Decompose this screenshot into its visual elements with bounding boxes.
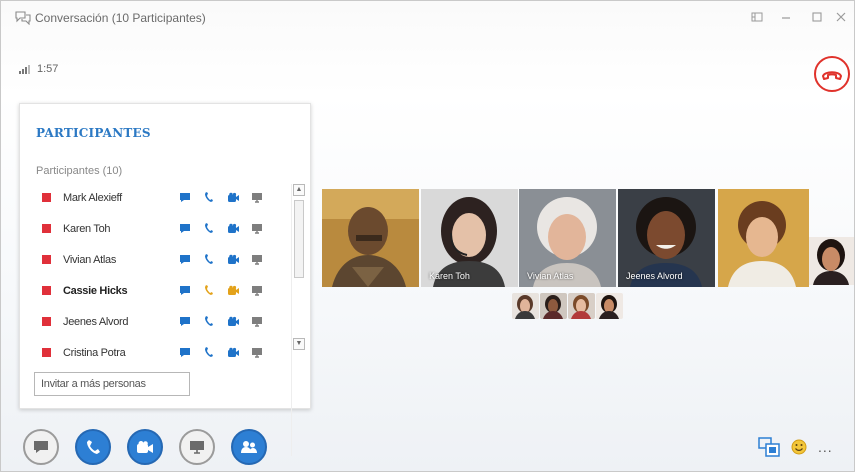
hangup-icon — [822, 71, 842, 80]
participant-row[interactable]: Cristina Potra — [36, 337, 288, 368]
screen-share-icon[interactable] — [245, 252, 269, 266]
participants-panel: PARTICIPANTES Participantes (10) Mark Al… — [19, 103, 311, 456]
window-title: Conversación (10 Participantes) — [35, 11, 206, 25]
presence-indicator — [42, 317, 51, 326]
phone-icon[interactable] — [197, 252, 221, 266]
participants-list: Mark Alexieff Karen Toh Vivian Atlas Cas… — [36, 182, 288, 368]
phone-icon[interactable] — [197, 345, 221, 359]
mini-avatar[interactable] — [596, 293, 623, 319]
avatar-self-view — [809, 237, 854, 285]
im-icon[interactable] — [173, 345, 197, 359]
video-tile-name: Karen Toh — [429, 271, 470, 281]
im-icon[interactable] — [173, 221, 197, 235]
participant-row[interactable]: Jeenes Alvord — [36, 306, 288, 337]
close-icon[interactable] — [830, 9, 852, 27]
video-icon[interactable] — [221, 190, 245, 204]
presence-indicator — [42, 224, 51, 233]
im-icon[interactable] — [173, 283, 197, 297]
invite-more-button[interactable]: Invitar a más personas — [34, 372, 190, 396]
scroll-thumb[interactable] — [294, 200, 304, 278]
video-icon[interactable] — [221, 283, 245, 297]
panel-title: PARTICIPANTES — [36, 126, 151, 140]
participant-row[interactable]: Karen Toh — [36, 213, 288, 244]
video-icon[interactable] — [221, 221, 245, 235]
screen-share-icon[interactable] — [245, 221, 269, 235]
screen-share-icon[interactable] — [245, 190, 269, 204]
phone-icon[interactable] — [197, 283, 221, 297]
signal-bars-icon — [19, 65, 30, 74]
presence-indicator — [42, 286, 51, 295]
phone-icon[interactable] — [197, 190, 221, 204]
monitor-icon — [190, 441, 204, 454]
avatar-bald-man — [322, 189, 419, 287]
mini-avatar[interactable] — [540, 293, 567, 319]
avatar-young-man — [718, 189, 809, 287]
participant-row[interactable]: Vivian Atlas — [36, 244, 288, 275]
participants-scrollbar[interactable]: ▲ ▼ — [291, 184, 305, 456]
video-tile-name: Vivian Atlas — [527, 271, 574, 281]
screen-share-icon[interactable] — [245, 314, 269, 328]
mini-avatar[interactable] — [568, 293, 595, 319]
mini-avatar[interactable] — [512, 293, 539, 319]
overflow-participants — [512, 293, 623, 319]
phone-icon — [87, 440, 100, 454]
screen-share-icon[interactable] — [245, 345, 269, 359]
video-button[interactable] — [127, 429, 163, 465]
bottom-toolbar — [23, 429, 267, 465]
im-icon[interactable] — [173, 314, 197, 328]
video-icon — [137, 441, 153, 453]
participant-name: Cristina Potra — [63, 346, 126, 359]
im-icon[interactable] — [173, 190, 197, 204]
call-button[interactable] — [75, 429, 111, 465]
presence-indicator — [42, 193, 51, 202]
hangup-button[interactable] — [814, 56, 850, 92]
participant-name: Mark Alexieff — [63, 191, 122, 204]
more-options-icon[interactable]: ... — [818, 439, 833, 455]
emoticon-icon[interactable] — [790, 438, 808, 456]
video-icon[interactable] — [221, 252, 245, 266]
conversation-icon — [15, 11, 31, 25]
video-tile[interactable]: Vivian Atlas — [519, 189, 616, 287]
video-tile[interactable] — [322, 189, 419, 287]
call-timer: 1:57 — [37, 63, 59, 75]
participant-name: Jeenes Alvord — [63, 315, 129, 328]
conversation-window: Conversación (10 Participantes) 1:57 PAR… — [0, 0, 855, 472]
participant-name: Vivian Atlas — [63, 253, 117, 266]
im-icon[interactable] — [173, 252, 197, 266]
call-status: 1:57 — [19, 63, 58, 75]
phone-icon[interactable] — [197, 221, 221, 235]
participant-name: Karen Toh — [63, 222, 111, 235]
participant-row[interactable]: Cassie Hicks — [36, 275, 288, 306]
present-button[interactable] — [179, 429, 215, 465]
meeting-options-icon[interactable] — [758, 437, 780, 457]
title-bar: Conversación (10 Participantes) — [1, 1, 854, 35]
bottom-right-tools: ... — [758, 437, 833, 457]
phone-icon[interactable] — [197, 314, 221, 328]
presence-indicator — [42, 348, 51, 357]
chat-icon — [34, 441, 48, 453]
video-tile-name: Jeenes Alvord — [626, 271, 683, 281]
share-icon[interactable] — [746, 9, 768, 27]
participants-count: Participantes (10) — [36, 165, 123, 177]
people-icon — [241, 441, 257, 453]
video-tile[interactable]: Karen Toh — [421, 189, 518, 287]
scroll-up-button[interactable]: ▲ — [293, 184, 305, 196]
self-view-tile[interactable] — [809, 237, 854, 285]
video-tile[interactable]: Jeenes Alvord — [618, 189, 715, 287]
video-icon[interactable] — [221, 314, 245, 328]
maximize-icon[interactable] — [806, 9, 828, 27]
video-tile[interactable] — [718, 189, 809, 287]
participant-name: Cassie Hicks — [63, 284, 128, 297]
im-button[interactable] — [23, 429, 59, 465]
screen-share-icon[interactable] — [245, 283, 269, 297]
participant-row[interactable]: Mark Alexieff — [36, 182, 288, 213]
participants-button[interactable] — [231, 429, 267, 465]
video-icon[interactable] — [221, 345, 245, 359]
presence-indicator — [42, 255, 51, 264]
minimize-icon[interactable] — [775, 9, 797, 27]
scroll-down-button[interactable]: ▼ — [293, 338, 305, 350]
